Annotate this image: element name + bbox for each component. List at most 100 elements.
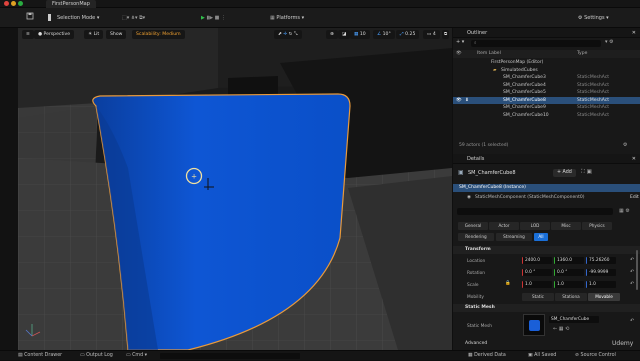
outliner-settings-icon[interactable]: ⚙ xyxy=(623,142,627,148)
scale-reset-icon[interactable]: ↶ xyxy=(630,281,634,287)
camera-speed-button[interactable]: ▭ 4 xyxy=(423,30,440,39)
scale-icon[interactable]: ⤡ xyxy=(294,32,298,37)
visibility-icon[interactable]: 👁 xyxy=(456,97,462,105)
viewport-toolbar: ≡ ● Perspective ☀ Lit Show Scalability: … xyxy=(18,28,452,41)
lit-button[interactable]: ☀ Lit xyxy=(84,30,104,39)
rotate-icon[interactable]: ↻ xyxy=(289,32,293,37)
tab-lod[interactable]: LOD xyxy=(520,222,550,230)
console-input[interactable] xyxy=(160,353,300,359)
minimize-window-icon[interactable] xyxy=(11,1,16,6)
static-mesh-section[interactable]: Static Mesh xyxy=(453,304,640,312)
scale-x-field[interactable]: 1.0 xyxy=(522,281,552,288)
close-window-icon[interactable] xyxy=(4,1,9,6)
list-item[interactable]: SM_ChamferCube10 StaticMeshAct xyxy=(453,112,640,120)
location-x-field[interactable]: 2400.0 xyxy=(522,257,552,264)
surface-snap-icon[interactable]: ◪ xyxy=(338,30,351,39)
list-item[interactable]: ▰ SimulatedCubes xyxy=(453,67,640,75)
show-button[interactable]: Show xyxy=(106,30,127,39)
play-controls[interactable]: ▶ ▮▶ ■ ⋮ xyxy=(201,12,226,24)
viewport-menu-button[interactable]: ≡ xyxy=(22,30,34,39)
mesh-reset-icon[interactable]: ↶ xyxy=(630,318,634,324)
mobility-label: Mobility xyxy=(467,295,484,300)
list-item-selected[interactable]: 👁 ⬇ SM_ChamferCube8 StaticMeshAct xyxy=(453,96,640,105)
rotation-y-field[interactable]: 0.0 ° xyxy=(554,269,584,276)
svg-text:+: + xyxy=(191,173,197,181)
list-item[interactable]: FirstPersonMap (Editor) xyxy=(453,59,640,67)
content-shortcuts[interactable]: ⬚▾ ⋔▾ ⧉▾ xyxy=(122,12,145,24)
details-scrollbar[interactable] xyxy=(636,250,638,290)
details-settings-icon[interactable]: ▦ ⚙ xyxy=(619,208,630,214)
select-icon[interactable]: ⬈ xyxy=(278,32,282,37)
tab-physics[interactable]: Physics xyxy=(582,222,612,230)
world-local-icon[interactable]: ⊕ xyxy=(326,30,338,39)
transform-section[interactable]: Transform xyxy=(453,246,640,254)
rotation-z-field[interactable]: -99.9999 xyxy=(586,269,616,276)
settings-dropdown[interactable]: ⚙ Settings ▾ xyxy=(578,12,609,24)
search-input[interactable]: ⌕ xyxy=(471,40,601,47)
step-icon[interactable]: ▮▶ xyxy=(206,15,213,21)
tab-misc[interactable]: Misc xyxy=(551,222,581,230)
list-item[interactable]: SM_ChamferCube9 StaticMeshAct xyxy=(453,104,640,112)
col-label[interactable]: Item Label xyxy=(477,50,501,58)
pin-icon[interactable]: ⬇ xyxy=(465,97,469,105)
platforms-dropdown[interactable]: ▦ Platforms ▾ xyxy=(270,12,304,24)
tab-rendering[interactable]: Rendering xyxy=(458,233,494,241)
scalability-warning[interactable]: Scalability: Medium xyxy=(132,30,185,39)
add-actor-icon[interactable]: + ▾ xyxy=(456,39,464,45)
col-type[interactable]: Type xyxy=(577,50,587,58)
folder-icon: ▰ xyxy=(493,67,497,73)
grid-snap-button[interactable]: ▦ 10 xyxy=(350,30,370,39)
stop-icon[interactable]: ■ xyxy=(215,15,220,21)
scale-snap-button[interactable]: ⤢ 0.25 xyxy=(396,30,420,39)
location-y-field[interactable]: 1360.0 xyxy=(554,257,584,264)
mesh-browse-icons[interactable]: ← ▦ ⟲ xyxy=(553,326,569,332)
list-item[interactable]: SM_ChamferCube4 StaticMeshAct xyxy=(453,82,640,90)
tab-all[interactable]: All xyxy=(534,233,548,241)
actor-name-field[interactable]: SM_ChamferCube8 xyxy=(468,170,516,176)
search-icon: ⌕ xyxy=(474,41,477,46)
tab-streaming[interactable]: Streaming xyxy=(496,233,532,241)
details-search-input[interactable] xyxy=(457,208,613,215)
list-item[interactable]: SM_ChamferCube3 StaticMeshAct xyxy=(453,74,640,82)
perspective-button[interactable]: ● Perspective xyxy=(34,30,75,39)
scale-y-field[interactable]: 1.0 xyxy=(554,281,584,288)
location-z-field[interactable]: 75.26260 xyxy=(586,257,616,264)
outliner-search-row: + ▾ ⌕ ▾ ⚙ xyxy=(453,39,640,48)
mobility-movable-button[interactable]: Movable xyxy=(588,293,620,301)
instance-row[interactable]: SM_ChamferCube8 (Instance) xyxy=(453,184,640,192)
eye-icon: 👁 xyxy=(456,51,462,56)
level-viewport[interactable]: + xyxy=(18,28,452,350)
mobility-stationary-button[interactable]: Stationa xyxy=(555,293,587,301)
maximize-window-icon[interactable] xyxy=(18,1,23,6)
main-toolbar: Selection Mode ▾ ⬚▾ ⋔▾ ⧉▾ ▶ ▮▶ ■ ⋮ ▦ Pla… xyxy=(0,8,640,28)
add-component-button[interactable]: + Add xyxy=(553,169,576,177)
mesh-thumbnail[interactable] xyxy=(523,314,545,336)
save-icon[interactable] xyxy=(26,12,34,24)
rotation-reset-icon[interactable]: ↶ xyxy=(630,269,634,275)
tab-general[interactable]: General xyxy=(458,222,488,230)
list-item[interactable]: SM_ChamferCube5 StaticMeshAct xyxy=(453,89,640,97)
transform-tools[interactable]: ⬈ ✛ ↻ ⤡ xyxy=(274,30,302,39)
mobility-static-button[interactable]: Static xyxy=(522,293,554,301)
level-tab[interactable]: FirstPersonMap xyxy=(46,0,96,8)
static-mesh-picker[interactable]: SM_ChamferCube xyxy=(549,316,599,323)
outliner-close-icon[interactable]: ✕ xyxy=(632,28,636,38)
details-actor-header: ▣ SM_ChamferCube8 + Add ⛶ ▣ xyxy=(453,167,640,179)
play-icon[interactable]: ▶ xyxy=(201,15,205,21)
udemy-watermark: Udemy xyxy=(612,340,634,347)
move-icon[interactable]: ✛ xyxy=(283,32,287,37)
selection-mode-dropdown[interactable]: Selection Mode ▾ xyxy=(48,12,99,24)
scale-lock-icon[interactable]: 🔒 xyxy=(505,281,511,286)
component-row[interactable]: ◉ StaticMeshComponent (StaticMeshComponen… xyxy=(453,194,640,202)
scale-z-field[interactable]: 1.0 xyxy=(586,281,616,288)
options-icon[interactable]: ⋮ xyxy=(221,15,226,21)
left-side-strip xyxy=(0,28,18,350)
blueprint-icon[interactable]: ⛶ ▣ xyxy=(581,169,592,176)
tab-actor[interactable]: Actor xyxy=(489,222,519,230)
maximize-viewport-icon[interactable]: ⧉ xyxy=(442,30,450,39)
location-reset-icon[interactable]: ↶ xyxy=(630,257,634,263)
rotation-x-field[interactable]: 0.0 ° xyxy=(522,269,552,276)
filter-icon[interactable]: ▾ ⚙ xyxy=(605,39,614,45)
details-close-icon[interactable]: ✕ xyxy=(632,154,636,164)
rotation-snap-button[interactable]: ∠ 10° xyxy=(373,30,395,39)
